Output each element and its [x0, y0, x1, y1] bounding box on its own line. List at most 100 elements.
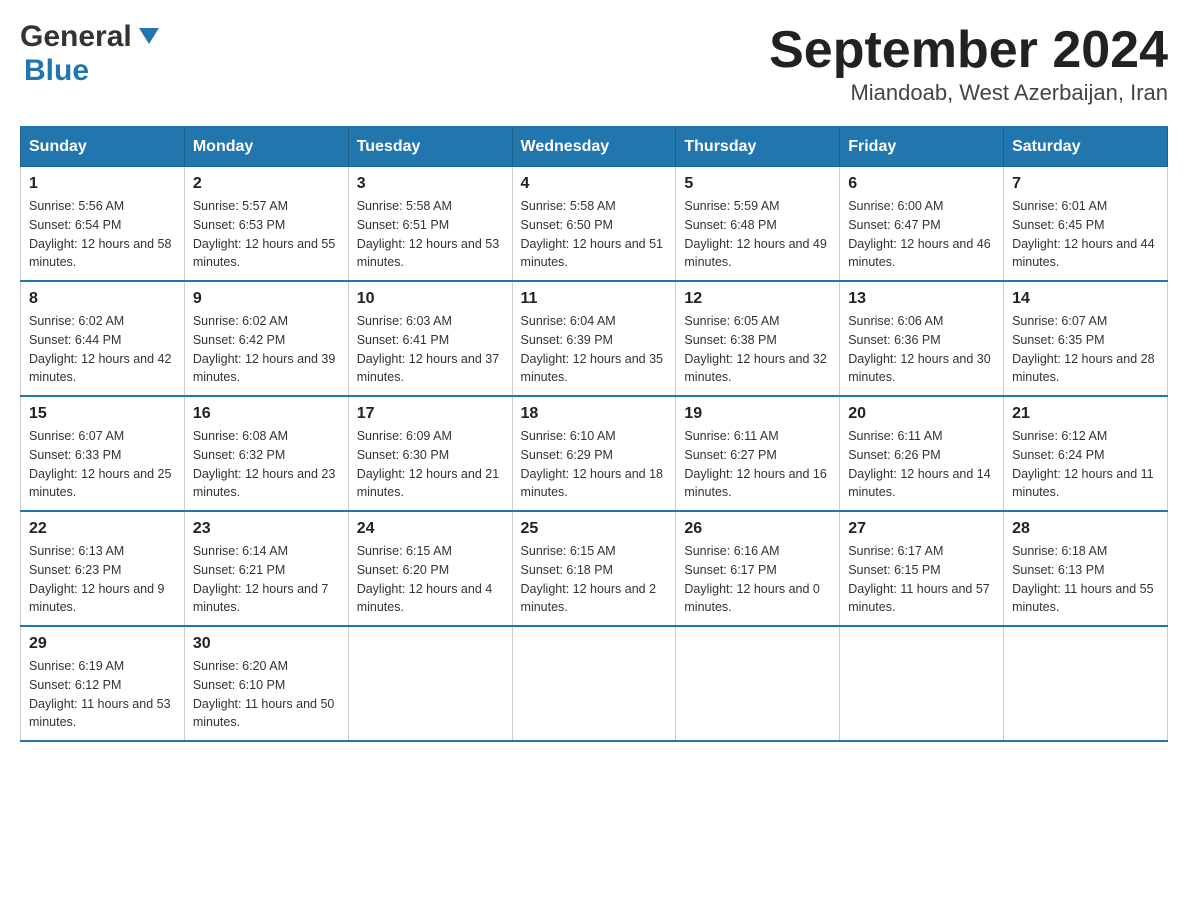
day-info: Sunrise: 6:19 AMSunset: 6:12 PMDaylight:…: [29, 657, 176, 732]
day-number: 6: [848, 175, 995, 193]
column-header-saturday: Saturday: [1004, 127, 1168, 167]
column-header-thursday: Thursday: [676, 127, 840, 167]
calendar-cell: 11 Sunrise: 6:04 AMSunset: 6:39 PMDayligh…: [512, 281, 676, 396]
day-info: Sunrise: 6:16 AMSunset: 6:17 PMDaylight:…: [684, 542, 831, 617]
logo-general-text: General: [20, 20, 132, 54]
calendar-week-row: 22Sunrise: 6:13 AMSunset: 6:23 PMDayligh…: [21, 511, 1168, 626]
day-info: Sunrise: 6:01 AMSunset: 6:45 PMDaylight:…: [1012, 197, 1159, 272]
calendar-table: SundayMondayTuesdayWednesdayThursdayFrid…: [20, 126, 1168, 742]
calendar-cell: 20Sunrise: 6:11 AMSunset: 6:26 PMDayligh…: [840, 396, 1004, 511]
day-number: 25: [521, 520, 668, 538]
day-info: Sunrise: 6:08 AMSunset: 6:32 PMDaylight:…: [193, 427, 340, 502]
calendar-cell: 17 Sunrise: 6:09 AMSunset: 6:30 PMDayligh…: [348, 396, 512, 511]
title-section: September 2024 Miandoab, West Azerbaijan…: [769, 20, 1168, 106]
day-number: 23: [193, 520, 340, 538]
calendar-cell: 27Sunrise: 6:17 AMSunset: 6:15 PMDayligh…: [840, 511, 1004, 626]
calendar-cell: 13 Sunrise: 6:06 AMSunset: 6:36 PMDayligh…: [840, 281, 1004, 396]
day-info: Sunrise: 5:56 AMSunset: 6:54 PMDaylight:…: [29, 197, 176, 272]
logo-blue-text: Blue: [24, 54, 89, 87]
day-number: 13: [848, 290, 995, 308]
calendar-week-row: 8 Sunrise: 6:02 AMSunset: 6:44 PMDaylight…: [21, 281, 1168, 396]
day-number: 26: [684, 520, 831, 538]
day-info: Sunrise: 6:02 AMSunset: 6:44 PMDaylight:…: [29, 312, 176, 387]
column-header-sunday: Sunday: [21, 127, 185, 167]
column-header-friday: Friday: [840, 127, 1004, 167]
day-info: Sunrise: 6:14 AMSunset: 6:21 PMDaylight:…: [193, 542, 340, 617]
logo-arrow-icon: [134, 20, 164, 50]
calendar-cell: 23 Sunrise: 6:14 AMSunset: 6:21 PMDayligh…: [184, 511, 348, 626]
calendar-cell: [1004, 626, 1168, 741]
calendar-header-row: SundayMondayTuesdayWednesdayThursdayFrid…: [21, 127, 1168, 167]
day-info: Sunrise: 6:03 AMSunset: 6:41 PMDaylight:…: [357, 312, 504, 387]
day-info: Sunrise: 6:20 AMSunset: 6:10 PMDaylight:…: [193, 657, 340, 732]
day-number: 4: [521, 175, 668, 193]
calendar-cell: 29 Sunrise: 6:19 AMSunset: 6:12 PMDayligh…: [21, 626, 185, 741]
calendar-cell: 19Sunrise: 6:11 AMSunset: 6:27 PMDayligh…: [676, 396, 840, 511]
calendar-cell: 25 Sunrise: 6:15 AMSunset: 6:18 PMDayligh…: [512, 511, 676, 626]
day-info: Sunrise: 6:10 AMSunset: 6:29 PMDaylight:…: [521, 427, 668, 502]
day-info: Sunrise: 6:17 AMSunset: 6:15 PMDaylight:…: [848, 542, 995, 617]
day-info: Sunrise: 6:12 AMSunset: 6:24 PMDaylight:…: [1012, 427, 1159, 502]
day-number: 12: [684, 290, 831, 308]
calendar-cell: 3 Sunrise: 5:58 AMSunset: 6:51 PMDaylight…: [348, 167, 512, 282]
calendar-cell: 15 Sunrise: 6:07 AMSunset: 6:33 PMDayligh…: [21, 396, 185, 511]
calendar-cell: 9Sunrise: 6:02 AMSunset: 6:42 PMDaylight…: [184, 281, 348, 396]
day-info: Sunrise: 5:59 AMSunset: 6:48 PMDaylight:…: [684, 197, 831, 272]
calendar-cell: 18 Sunrise: 6:10 AMSunset: 6:29 PMDayligh…: [512, 396, 676, 511]
day-info: Sunrise: 6:11 AMSunset: 6:26 PMDaylight:…: [848, 427, 995, 502]
calendar-cell: 2 Sunrise: 5:57 AMSunset: 6:53 PMDaylight…: [184, 167, 348, 282]
page-header: General Blue September 2024 Miandoab, We…: [20, 20, 1168, 106]
day-number: 28: [1012, 520, 1159, 538]
day-number: 15: [29, 405, 176, 423]
day-info: Sunrise: 6:06 AMSunset: 6:36 PMDaylight:…: [848, 312, 995, 387]
day-info: Sunrise: 5:58 AMSunset: 6:51 PMDaylight:…: [357, 197, 504, 272]
calendar-cell: [676, 626, 840, 741]
day-number: 9: [193, 290, 340, 308]
calendar-cell: 30 Sunrise: 6:20 AMSunset: 6:10 PMDayligh…: [184, 626, 348, 741]
day-number: 29: [29, 635, 176, 653]
day-number: 8: [29, 290, 176, 308]
calendar-cell: 7 Sunrise: 6:01 AMSunset: 6:45 PMDaylight…: [1004, 167, 1168, 282]
calendar-cell: 28Sunrise: 6:18 AMSunset: 6:13 PMDayligh…: [1004, 511, 1168, 626]
day-number: 18: [521, 405, 668, 423]
day-info: Sunrise: 5:57 AMSunset: 6:53 PMDaylight:…: [193, 197, 340, 272]
calendar-cell: 21 Sunrise: 6:12 AMSunset: 6:24 PMDayligh…: [1004, 396, 1168, 511]
column-header-tuesday: Tuesday: [348, 127, 512, 167]
day-number: 22: [29, 520, 176, 538]
calendar-week-row: 29 Sunrise: 6:19 AMSunset: 6:12 PMDayligh…: [21, 626, 1168, 741]
month-year-title: September 2024: [769, 20, 1168, 80]
day-number: 16: [193, 405, 340, 423]
day-number: 30: [193, 635, 340, 653]
day-info: Sunrise: 6:04 AMSunset: 6:39 PMDaylight:…: [521, 312, 668, 387]
column-header-monday: Monday: [184, 127, 348, 167]
day-number: 7: [1012, 175, 1159, 193]
day-number: 24: [357, 520, 504, 538]
calendar-week-row: 15 Sunrise: 6:07 AMSunset: 6:33 PMDayligh…: [21, 396, 1168, 511]
day-info: Sunrise: 6:00 AMSunset: 6:47 PMDaylight:…: [848, 197, 995, 272]
calendar-cell: 16 Sunrise: 6:08 AMSunset: 6:32 PMDayligh…: [184, 396, 348, 511]
day-number: 11: [521, 290, 668, 308]
calendar-cell: 26 Sunrise: 6:16 AMSunset: 6:17 PMDayligh…: [676, 511, 840, 626]
calendar-cell: [348, 626, 512, 741]
day-info: Sunrise: 6:09 AMSunset: 6:30 PMDaylight:…: [357, 427, 504, 502]
day-info: Sunrise: 6:11 AMSunset: 6:27 PMDaylight:…: [684, 427, 831, 502]
day-number: 1: [29, 175, 176, 193]
day-number: 2: [193, 175, 340, 193]
calendar-cell: 12 Sunrise: 6:05 AMSunset: 6:38 PMDayligh…: [676, 281, 840, 396]
day-info: Sunrise: 6:05 AMSunset: 6:38 PMDaylight:…: [684, 312, 831, 387]
column-header-wednesday: Wednesday: [512, 127, 676, 167]
day-number: 14: [1012, 290, 1159, 308]
day-info: Sunrise: 5:58 AMSunset: 6:50 PMDaylight:…: [521, 197, 668, 272]
day-number: 21: [1012, 405, 1159, 423]
day-info: Sunrise: 6:07 AMSunset: 6:33 PMDaylight:…: [29, 427, 176, 502]
day-info: Sunrise: 6:15 AMSunset: 6:18 PMDaylight:…: [521, 542, 668, 617]
calendar-cell: [840, 626, 1004, 741]
calendar-cell: 5Sunrise: 5:59 AMSunset: 6:48 PMDaylight…: [676, 167, 840, 282]
calendar-cell: 24Sunrise: 6:15 AMSunset: 6:20 PMDayligh…: [348, 511, 512, 626]
calendar-cell: 1 Sunrise: 5:56 AMSunset: 6:54 PMDaylight…: [21, 167, 185, 282]
calendar-week-row: 1 Sunrise: 5:56 AMSunset: 6:54 PMDaylight…: [21, 167, 1168, 282]
day-number: 3: [357, 175, 504, 193]
day-info: Sunrise: 6:07 AMSunset: 6:35 PMDaylight:…: [1012, 312, 1159, 387]
calendar-cell: 4 Sunrise: 5:58 AMSunset: 6:50 PMDaylight…: [512, 167, 676, 282]
day-number: 17: [357, 405, 504, 423]
